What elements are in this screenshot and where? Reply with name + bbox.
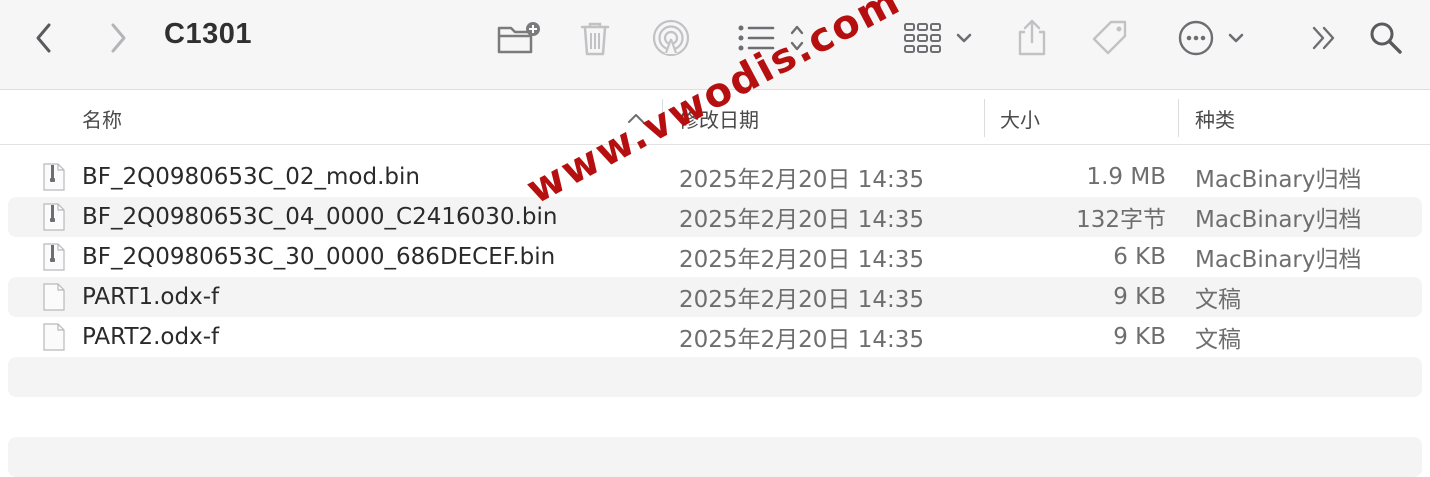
file-date: 2025年2月20日 14:35 xyxy=(679,207,925,233)
new-folder-button[interactable] xyxy=(494,14,542,62)
toolbar-overflow-button[interactable] xyxy=(1306,14,1342,62)
group-button[interactable] xyxy=(900,14,978,62)
column-header-kind[interactable]: 种类 xyxy=(1195,91,1235,145)
file-date: 2025年2月20日 14:35 xyxy=(679,287,925,313)
search-icon xyxy=(1370,22,1402,54)
ellipsis-circle-icon xyxy=(1178,20,1244,56)
file-kind: MacBinary归档 xyxy=(1195,247,1362,273)
empty-row xyxy=(8,437,1422,477)
column-header-bar: 名称 修改日期 大小 种类 xyxy=(0,91,1430,145)
grid-group-icon xyxy=(904,23,972,53)
file-kind: 文稿 xyxy=(1195,327,1241,353)
column-header-date[interactable]: 修改日期 xyxy=(679,91,759,145)
file-size: 1.9 MB xyxy=(1086,164,1166,190)
binary-file-icon xyxy=(43,163,65,191)
document-icon xyxy=(43,283,65,311)
binary-file-icon xyxy=(43,203,65,231)
column-header-size[interactable]: 大小 xyxy=(1000,91,1040,145)
toolbar: C1301 xyxy=(0,0,1430,90)
file-name: PART1.odx-f xyxy=(82,284,220,310)
airdrop-icon xyxy=(652,19,690,57)
file-date: 2025年2月20日 14:35 xyxy=(679,327,925,353)
file-kind: MacBinary归档 xyxy=(1195,167,1362,193)
share-button[interactable] xyxy=(1012,14,1052,62)
column-divider[interactable] xyxy=(1178,99,1179,137)
document-icon xyxy=(43,323,65,351)
chevron-right-icon xyxy=(111,23,126,53)
file-name: BF_2Q0980653C_04_0000_C2416030.bin xyxy=(82,204,558,230)
empty-row xyxy=(8,397,1422,437)
tag-button[interactable] xyxy=(1088,14,1134,62)
file-date: 2025年2月20日 14:35 xyxy=(679,167,925,193)
file-size: 9 KB xyxy=(1113,324,1166,350)
file-size: 9 KB xyxy=(1113,284,1166,310)
file-row[interactable]: BF_2Q0980653C_04_0000_C2416030.bin 2025年… xyxy=(8,197,1422,237)
column-divider[interactable] xyxy=(984,99,985,137)
file-name: BF_2Q0980653C_30_0000_686DECEF.bin xyxy=(82,244,556,270)
file-row[interactable]: BF_2Q0980653C_30_0000_686DECEF.bin 2025年… xyxy=(8,237,1422,277)
binary-file-icon xyxy=(43,243,65,271)
double-chevron-icon xyxy=(1312,26,1335,50)
file-name: PART2.odx-f xyxy=(82,324,220,350)
file-size: 6 KB xyxy=(1113,244,1166,270)
view-options-button[interactable] xyxy=(734,14,810,62)
file-kind: 文稿 xyxy=(1195,287,1241,313)
file-row[interactable]: PART1.odx-f 2025年2月20日 14:35 9 KB 文稿 xyxy=(8,277,1422,317)
file-name: BF_2Q0980653C_02_mod.bin xyxy=(82,164,420,190)
more-actions-button[interactable] xyxy=(1176,14,1246,62)
file-kind: MacBinary归档 xyxy=(1195,207,1362,233)
trash-button[interactable] xyxy=(574,14,616,62)
airdrop-button[interactable] xyxy=(648,14,694,62)
file-row[interactable]: BF_2Q0980653C_02_mod.bin 2025年2月20日 14:3… xyxy=(8,157,1422,197)
chevron-left-icon xyxy=(36,23,51,53)
trash-icon xyxy=(580,22,610,56)
file-date: 2025年2月20日 14:35 xyxy=(679,247,925,273)
column-header-name[interactable]: 名称 xyxy=(82,91,122,145)
share-icon xyxy=(1018,19,1046,56)
search-button[interactable] xyxy=(1366,14,1406,62)
new-folder-icon xyxy=(497,22,540,54)
file-size: 132字节 xyxy=(1076,207,1166,233)
column-divider[interactable] xyxy=(662,99,663,137)
list-view-icon xyxy=(738,25,804,51)
empty-row xyxy=(8,357,1422,397)
window-title: C1301 xyxy=(164,18,252,50)
forward-button[interactable] xyxy=(102,14,134,62)
file-row[interactable]: PART2.odx-f 2025年2月20日 14:35 9 KB 文稿 xyxy=(8,317,1422,357)
back-button[interactable] xyxy=(28,14,60,62)
tag-icon xyxy=(1092,20,1127,55)
sort-ascending-icon[interactable] xyxy=(626,108,646,128)
